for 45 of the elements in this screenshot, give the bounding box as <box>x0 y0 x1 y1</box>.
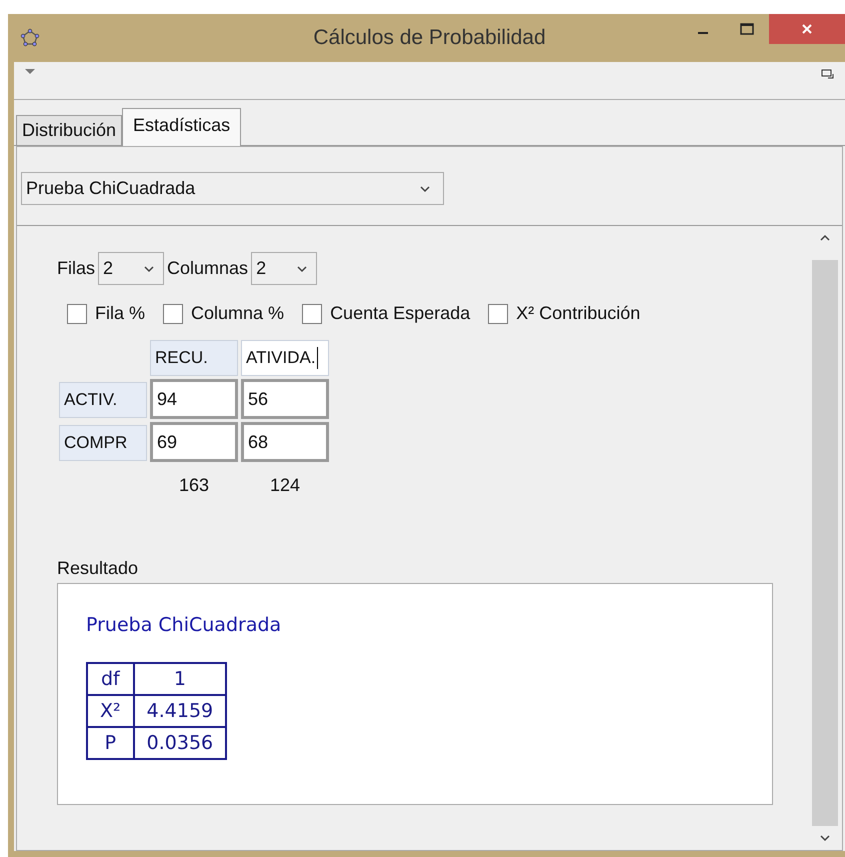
count-field[interactable]: 69 <box>150 422 238 462</box>
pentagon-icon <box>20 28 40 48</box>
row-header-field[interactable]: ACTIV. <box>59 382 147 418</box>
maximize-icon <box>740 23 754 35</box>
checkbox[interactable] <box>488 304 508 324</box>
statistic-name: df <box>87 663 134 695</box>
statistic-name: X² <box>87 695 134 727</box>
result-label: Resultado <box>57 558 138 578</box>
checkbox-label: Fila % <box>95 303 146 324</box>
column-header-field[interactable]: RECU. <box>150 340 238 376</box>
procedure-dropdown[interactable]: Prueba ChiCuadrada <box>21 172 444 205</box>
tab[interactable]: Distribución <box>16 115 122 145</box>
columns-label: Columnas <box>167 258 248 279</box>
columns-dropdown[interactable]: 2 <box>251 252 318 285</box>
window-title: Cálculos de Probabilidad <box>313 26 546 50</box>
chevron-down-icon <box>296 264 308 272</box>
checkbox-label: Cuenta Esperada <box>330 303 470 324</box>
rows-label: Filas <box>57 258 96 279</box>
count-field[interactable]: 56 <box>241 379 329 419</box>
row-header-field[interactable]: COMPR <box>59 425 147 461</box>
close-icon <box>801 23 813 35</box>
count-field[interactable]: 94 <box>150 379 238 419</box>
scroll-down-icon[interactable] <box>819 834 831 842</box>
chevron-down-icon <box>419 184 431 192</box>
statistic-name: P <box>87 727 134 759</box>
checkbox-label: X² Contribución <box>516 303 640 324</box>
checkbox-label: Columna % <box>191 303 284 324</box>
result-title: Prueba ChiCuadrada <box>86 614 282 636</box>
dropdown-triangle-icon[interactable] <box>24 68 36 76</box>
statistic-value: 1 <box>134 663 226 695</box>
column-total: 163 <box>178 474 210 496</box>
chevron-down-icon <box>143 264 156 272</box>
statistic-value: 4.4159 <box>134 695 226 727</box>
rows-dropdown[interactable]: 2 <box>98 252 164 285</box>
undock-icon[interactable] <box>821 68 835 80</box>
minimize-icon <box>698 32 708 34</box>
checkbox[interactable] <box>67 304 87 324</box>
count-field[interactable]: 68 <box>241 422 329 462</box>
checkbox[interactable] <box>163 304 184 324</box>
checkbox[interactable] <box>302 304 322 324</box>
column-header-field[interactable]: ATIVIDA. <box>241 340 329 376</box>
tab[interactable]: Estadísticas <box>122 108 242 146</box>
statistic-value: 0.0356 <box>134 727 226 759</box>
column-total: 124 <box>268 474 302 496</box>
scroll-up-icon[interactable] <box>819 234 831 242</box>
